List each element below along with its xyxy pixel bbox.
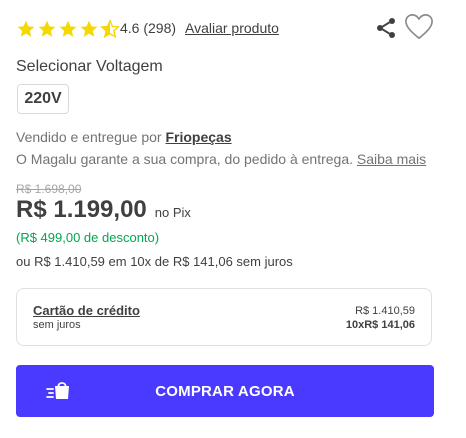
buy-now-button[interactable]: COMPRAR AGORA <box>16 365 434 417</box>
voltage-option-220v[interactable]: 220V <box>17 84 69 114</box>
buy-now-label: COMPRAR AGORA <box>155 382 295 400</box>
old-price: R$ 1.698,00 <box>16 182 82 196</box>
current-price: R$ 1.199,00 <box>16 196 147 223</box>
star-full-icon <box>59 20 77 37</box>
payment-method: no Pix <box>154 205 191 220</box>
star-full-icon <box>38 20 56 37</box>
share-icon[interactable] <box>374 16 398 40</box>
star-full-icon <box>80 20 98 37</box>
guarantee-line: O Magalu garante a sua compra, do pedido… <box>16 151 426 167</box>
star-full-icon <box>17 20 35 37</box>
star-half-icon <box>100 19 120 39</box>
seller-link[interactable]: Friopeças <box>165 129 231 145</box>
credit-card-title[interactable]: Cartão de crédito <box>33 303 140 318</box>
discount-text: (R$ 499,00 de desconto) <box>16 230 160 245</box>
heart-icon[interactable] <box>404 13 434 41</box>
voltage-label: Selecionar Voltagem <box>16 58 163 75</box>
credit-card-installment: 10xR$ 141,06 <box>345 319 415 331</box>
rating-stars <box>16 18 121 40</box>
guarantee-text: O Magalu garante a sua compra, do pedido… <box>16 151 353 167</box>
credit-card-option[interactable]: Cartão de crédito sem juros R$ 1.410,59 … <box>16 288 432 346</box>
seller-line: Vendido e entregue por Friopeças <box>16 129 232 145</box>
review-product-link[interactable]: Avaliar produto <box>185 20 279 36</box>
seller-prefix: Vendido e entregue por <box>16 129 166 145</box>
credit-card-subtitle: sem juros <box>33 319 81 331</box>
installments-text: ou R$ 1.410,59 em 10x de R$ 141,06 sem j… <box>16 254 293 269</box>
saiba-mais-link[interactable]: Saiba mais <box>357 151 426 167</box>
shopping-bag-fast-icon <box>46 382 69 399</box>
credit-card-total: R$ 1.410,59 <box>355 305 415 317</box>
price-row: R$ 1.199,00 no Pix <box>16 196 191 224</box>
rating-score: 4.6 (298) <box>120 20 177 36</box>
